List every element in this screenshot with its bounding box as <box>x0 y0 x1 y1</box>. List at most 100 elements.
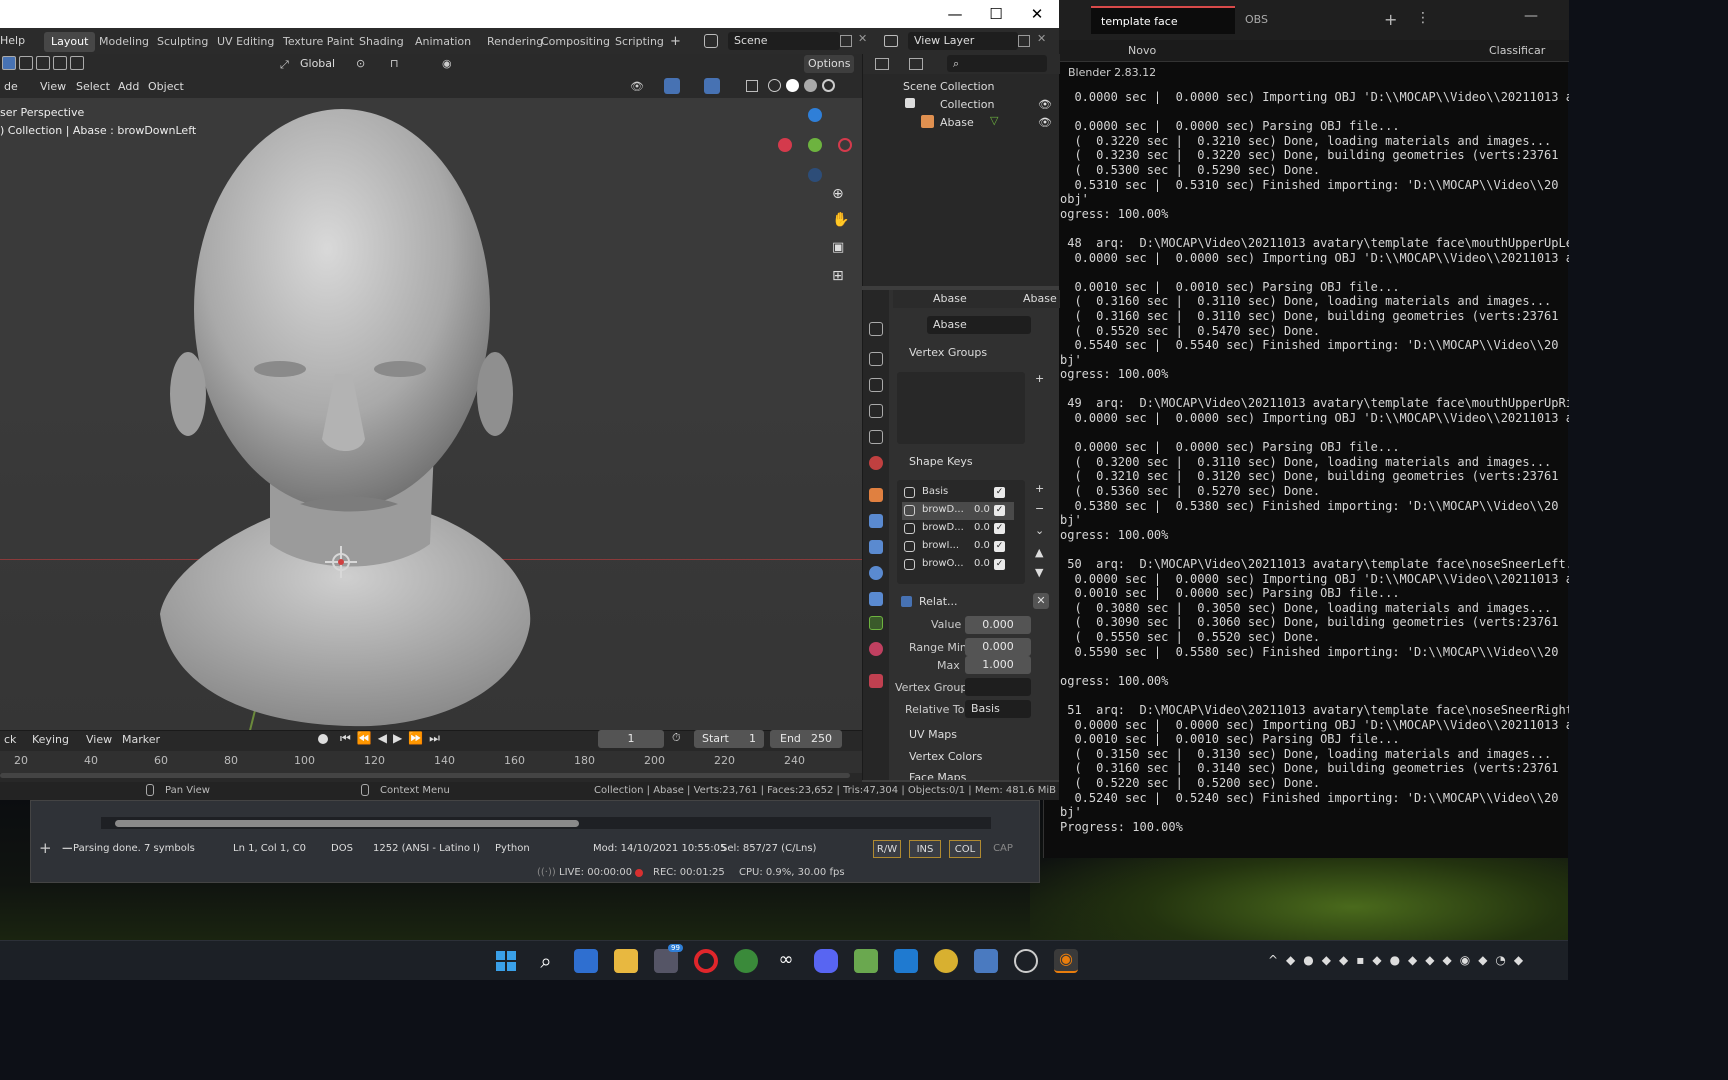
select-mode-icons[interactable] <box>2 56 84 70</box>
zoom-icon[interactable]: ⊕ <box>832 186 844 202</box>
particles-tab-icon[interactable] <box>869 540 883 554</box>
vscode-icon[interactable] <box>894 949 918 973</box>
face-maps-header[interactable]: Face Maps <box>889 771 966 780</box>
workspace-tab-uv-editing[interactable]: UV Editing <box>210 32 281 52</box>
shape-key-mute-checkbox[interactable]: ✓ <box>994 487 1005 498</box>
menu-help[interactable]: Help <box>0 32 25 50</box>
image-viewer-icon[interactable] <box>974 949 998 973</box>
data-tab-icon[interactable] <box>869 616 883 630</box>
minimize-icon[interactable]: — <box>1524 8 1538 24</box>
vertex-colors-header[interactable]: Vertex Colors <box>889 750 982 770</box>
minimize-button[interactable]: — <box>935 0 975 28</box>
keying-menu[interactable]: Keying <box>28 731 73 749</box>
record-button[interactable] <box>318 734 328 744</box>
texture-tab-icon[interactable] <box>869 674 883 688</box>
object-tab-icon[interactable] <box>869 488 883 502</box>
scene-tab-icon[interactable] <box>869 430 883 444</box>
vertex-group-field[interactable] <box>965 678 1031 696</box>
file-explorer-icon[interactable] <box>614 949 638 973</box>
workspace-tab-compositing[interactable]: Compositing <box>534 32 617 52</box>
shading-rendered-icon[interactable] <box>822 79 835 92</box>
orientation-dropdown[interactable]: Global <box>296 55 339 73</box>
workspace-tab-animation[interactable]: Animation <box>408 32 478 52</box>
mesh-data-name[interactable]: Abase <box>927 316 1031 334</box>
view-layer-field[interactable]: View Layer <box>908 32 1018 50</box>
head-model[interactable] <box>150 94 550 730</box>
sort-button[interactable]: Classificar <box>1489 44 1545 57</box>
overlay-toggle-icon[interactable] <box>704 78 720 94</box>
language[interactable]: Python <box>495 840 530 858</box>
view-menu[interactable]: View <box>82 731 116 749</box>
editor-type-icon[interactable] <box>875 58 889 70</box>
shape-keys-header[interactable]: Shape Keys <box>889 455 973 475</box>
breadcrumb-object[interactable]: Abase <box>933 292 967 305</box>
mail-icon[interactable] <box>654 949 678 973</box>
workspace-tab-shading[interactable]: Shading <box>352 32 411 52</box>
scene-new-icon[interactable] <box>840 35 852 47</box>
marker-menu[interactable]: Marker <box>118 731 164 749</box>
scene-field[interactable]: Scene <box>728 32 840 50</box>
workspace-tab-layout[interactable]: Layout <box>44 32 96 52</box>
start-frame-field[interactable]: Start 1 <box>694 730 764 748</box>
shape-key-menu-icon[interactable]: ⌄ <box>1035 524 1044 537</box>
uv-maps-header[interactable]: UV Maps <box>889 728 957 748</box>
visibility-icon[interactable]: 👁 <box>630 80 644 93</box>
outliner-collection[interactable]: Collection <box>940 98 994 111</box>
pivot-icon[interactable]: ⊙ <box>356 57 365 70</box>
proportional-edit-icon[interactable]: ◉ <box>442 57 452 70</box>
add-workspace-icon[interactable]: + <box>670 34 681 49</box>
widgets-icon[interactable] <box>574 949 598 973</box>
gizmo-toggle-icon[interactable] <box>664 78 680 94</box>
app-icon[interactable] <box>934 949 958 973</box>
new-tab-icon[interactable]: + <box>1384 10 1397 29</box>
output-tab-icon[interactable] <box>869 378 883 392</box>
material-tab-icon[interactable] <box>869 642 883 656</box>
frame-ruler[interactable]: 20 40 60 80 100 120 140 160 180 200 220 240 <box>0 751 862 773</box>
mode-dropdown[interactable]: de <box>0 78 22 96</box>
close-button[interactable]: ✕ <box>1017 0 1057 28</box>
obs-icon[interactable] <box>1014 949 1038 973</box>
eye-icon[interactable]: 👁 <box>1038 98 1052 111</box>
tool-tab-icon[interactable] <box>869 322 883 336</box>
end-frame-field[interactable]: End 250 <box>770 730 842 748</box>
workspace-tab-texture-paint[interactable]: Texture Paint <box>276 32 361 52</box>
vertex-groups-header[interactable]: Vertex Groups <box>889 346 987 366</box>
range-min-field[interactable]: 0.000 <box>965 638 1031 656</box>
menu-add[interactable]: Add <box>114 78 143 96</box>
current-frame-field[interactable]: 1 <box>598 730 664 748</box>
gizmo-neg-x[interactable] <box>838 138 852 152</box>
camera-icon[interactable]: ▣ <box>832 240 844 255</box>
outliner-scene-collection[interactable]: Scene Collection <box>903 80 994 93</box>
windows-start-icon[interactable] <box>494 949 518 973</box>
render-tab-icon[interactable] <box>869 352 883 366</box>
scene-close-icon[interactable]: ✕ <box>858 32 867 45</box>
gizmo-y-axis[interactable] <box>808 138 822 152</box>
playback-controls[interactable]: ⏮⏪◀▶⏩⏭ <box>340 731 446 746</box>
breadcrumb-data[interactable]: Abase <box>1023 292 1057 305</box>
gizmo-x-axis[interactable] <box>778 138 792 152</box>
value-field[interactable]: 0.000 <box>965 616 1031 634</box>
blender-icon[interactable]: ◉ <box>1054 949 1078 973</box>
add-vertex-group-button[interactable]: + <box>1035 372 1044 385</box>
move-up-icon[interactable]: ▲ <box>1035 546 1043 559</box>
vertex-groups-list[interactable] <box>897 372 1025 444</box>
view-layer-tab-icon[interactable] <box>869 404 883 418</box>
eye-icon[interactable]: 👁 <box>1038 116 1052 129</box>
infinity-app-icon[interactable]: ∞ <box>774 949 798 973</box>
display-mode-icon[interactable] <box>909 58 923 70</box>
tab-template-face[interactable]: template face <box>1091 6 1235 34</box>
view-layer-new-icon[interactable] <box>1018 35 1030 47</box>
shape-key-row[interactable]: browO... 0.0 ✓ <box>902 556 1014 574</box>
search-icon[interactable]: ⌕ <box>534 949 558 973</box>
tab-obs[interactable]: OBS <box>1235 6 1315 34</box>
remove-shape-key-button[interactable]: − <box>1035 502 1044 515</box>
shape-key-mute-checkbox[interactable]: ✓ <box>994 559 1005 570</box>
workspace-tab-sculpting[interactable]: Sculpting <box>150 32 215 52</box>
menu-view[interactable]: View <box>36 78 70 96</box>
ortho-grid-icon[interactable]: ⊞ <box>832 268 844 284</box>
shading-wireframe-icon[interactable] <box>768 79 781 92</box>
shape-key-mute-checkbox[interactable]: ✓ <box>994 523 1005 534</box>
remove-icon[interactable]: − <box>61 839 74 857</box>
view-layer-close-icon[interactable]: ✕ <box>1037 32 1046 45</box>
snap-icon[interactable]: ⊓ <box>390 57 399 70</box>
